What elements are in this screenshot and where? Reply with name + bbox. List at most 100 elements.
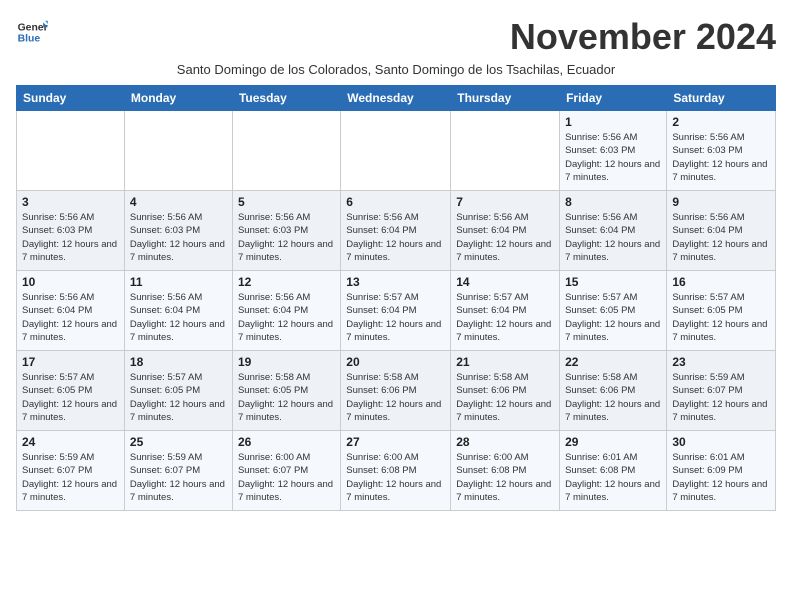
- calendar-cell: 20 Sunrise: 5:58 AM Sunset: 6:06 PM Dayli…: [341, 351, 451, 431]
- day-info: Sunrise: 6:01 AM Sunset: 6:09 PM Dayligh…: [672, 451, 770, 504]
- logo-icon: General Blue: [16, 16, 48, 48]
- day-number: 22: [565, 355, 661, 369]
- calendar-cell: 4 Sunrise: 5:56 AM Sunset: 6:03 PM Daylig…: [124, 191, 232, 271]
- calendar-cell: 19 Sunrise: 5:58 AM Sunset: 6:05 PM Dayli…: [232, 351, 340, 431]
- calendar-cell: 13Sunrise: 5:57 AM Sunset: 6:04 PM Dayli…: [341, 271, 451, 351]
- calendar-cell: 12 Sunrise: 5:56 AM Sunset: 6:04 PM Dayli…: [232, 271, 340, 351]
- day-number: 30: [672, 435, 770, 449]
- week-row-4: 17 Sunrise: 5:57 AM Sunset: 6:05 PM Dayli…: [17, 351, 776, 431]
- header: General Blue November 2024: [16, 16, 776, 58]
- day-number: 2: [672, 115, 770, 129]
- week-row-5: 24 Sunrise: 5:59 AM Sunset: 6:07 PM Dayli…: [17, 431, 776, 511]
- day-number: 3: [22, 195, 119, 209]
- day-number: 23: [672, 355, 770, 369]
- calendar-cell: 11 Sunrise: 5:56 AM Sunset: 6:04 PM Dayli…: [124, 271, 232, 351]
- calendar-table: SundayMondayTuesdayWednesdayThursdayFrid…: [16, 85, 776, 511]
- day-number: 11: [130, 275, 227, 289]
- day-info: Sunrise: 5:57 AM Sunset: 6:05 PM Dayligh…: [672, 291, 770, 344]
- day-number: 7: [456, 195, 554, 209]
- day-number: 24: [22, 435, 119, 449]
- day-number: 29: [565, 435, 661, 449]
- calendar-cell: [17, 111, 125, 191]
- day-of-week-monday: Monday: [124, 86, 232, 111]
- header-row: SundayMondayTuesdayWednesdayThursdayFrid…: [17, 86, 776, 111]
- logo: General Blue: [16, 16, 48, 48]
- calendar-cell: 25 Sunrise: 5:59 AM Sunset: 6:07 PM Dayli…: [124, 431, 232, 511]
- day-number: 26: [238, 435, 335, 449]
- day-number: 6: [346, 195, 445, 209]
- day-info: Sunrise: 5:56 AM Sunset: 6:04 PM Dayligh…: [456, 211, 554, 264]
- day-number: 4: [130, 195, 227, 209]
- day-number: 21: [456, 355, 554, 369]
- calendar-cell: 7 Sunrise: 5:56 AM Sunset: 6:04 PM Daylig…: [451, 191, 560, 271]
- calendar-header: SundayMondayTuesdayWednesdayThursdayFrid…: [17, 86, 776, 111]
- day-number: 18: [130, 355, 227, 369]
- day-info: Sunrise: 6:00 AM Sunset: 6:08 PM Dayligh…: [346, 451, 445, 504]
- day-info: Sunrise: 5:57 AM Sunset: 6:05 PM Dayligh…: [565, 291, 661, 344]
- calendar-cell: 14 Sunrise: 5:57 AM Sunset: 6:04 PM Dayli…: [451, 271, 560, 351]
- day-info: Sunrise: 5:56 AM Sunset: 6:03 PM Dayligh…: [238, 211, 335, 264]
- calendar-cell: 27 Sunrise: 6:00 AM Sunset: 6:08 PM Dayli…: [341, 431, 451, 511]
- day-info: Sunrise: 6:01 AM Sunset: 6:08 PM Dayligh…: [565, 451, 661, 504]
- day-info: Sunrise: 6:00 AM Sunset: 6:07 PM Dayligh…: [238, 451, 335, 504]
- calendar-cell: 26 Sunrise: 6:00 AM Sunset: 6:07 PM Dayli…: [232, 431, 340, 511]
- calendar-cell: 9 Sunrise: 5:56 AM Sunset: 6:04 PM Daylig…: [667, 191, 776, 271]
- calendar-cell: [232, 111, 340, 191]
- day-number: 14: [456, 275, 554, 289]
- week-row-1: 1 Sunrise: 5:56 AM Sunset: 6:03 PM Daylig…: [17, 111, 776, 191]
- day-of-week-wednesday: Wednesday: [341, 86, 451, 111]
- week-row-3: 10 Sunrise: 5:56 AM Sunset: 6:04 PM Dayli…: [17, 271, 776, 351]
- svg-text:Blue: Blue: [18, 34, 41, 45]
- calendar-cell: 3 Sunrise: 5:56 AM Sunset: 6:03 PM Daylig…: [17, 191, 125, 271]
- calendar-cell: 21Sunrise: 5:58 AM Sunset: 6:06 PM Dayli…: [451, 351, 560, 431]
- day-number: 16: [672, 275, 770, 289]
- day-info: Sunrise: 5:58 AM Sunset: 6:05 PM Dayligh…: [238, 371, 335, 424]
- day-info: Sunrise: 5:56 AM Sunset: 6:04 PM Dayligh…: [130, 291, 227, 344]
- day-number: 9: [672, 195, 770, 209]
- calendar-cell: 29 Sunrise: 6:01 AM Sunset: 6:08 PM Dayli…: [560, 431, 667, 511]
- day-info: Sunrise: 5:56 AM Sunset: 6:03 PM Dayligh…: [565, 131, 661, 184]
- day-info: Sunrise: 5:56 AM Sunset: 6:04 PM Dayligh…: [238, 291, 335, 344]
- day-of-week-thursday: Thursday: [451, 86, 560, 111]
- day-info: Sunrise: 5:56 AM Sunset: 6:04 PM Dayligh…: [346, 211, 445, 264]
- day-of-week-friday: Friday: [560, 86, 667, 111]
- day-info: Sunrise: 5:56 AM Sunset: 6:03 PM Dayligh…: [672, 131, 770, 184]
- calendar-cell: 22 Sunrise: 5:58 AM Sunset: 6:06 PM Dayli…: [560, 351, 667, 431]
- day-number: 8: [565, 195, 661, 209]
- day-info: Sunrise: 5:56 AM Sunset: 6:04 PM Dayligh…: [22, 291, 119, 344]
- calendar-cell: 15Sunrise: 5:57 AM Sunset: 6:05 PM Dayli…: [560, 271, 667, 351]
- day-info: Sunrise: 5:56 AM Sunset: 6:04 PM Dayligh…: [565, 211, 661, 264]
- day-info: Sunrise: 5:58 AM Sunset: 6:06 PM Dayligh…: [565, 371, 661, 424]
- day-info: Sunrise: 5:59 AM Sunset: 6:07 PM Dayligh…: [672, 371, 770, 424]
- calendar-cell: 16 Sunrise: 5:57 AM Sunset: 6:05 PM Dayli…: [667, 271, 776, 351]
- day-number: 19: [238, 355, 335, 369]
- week-row-2: 3 Sunrise: 5:56 AM Sunset: 6:03 PM Daylig…: [17, 191, 776, 271]
- calendar-cell: [124, 111, 232, 191]
- day-info: Sunrise: 5:57 AM Sunset: 6:05 PM Dayligh…: [130, 371, 227, 424]
- day-number: 5: [238, 195, 335, 209]
- calendar-cell: 28Sunrise: 6:00 AM Sunset: 6:08 PM Dayli…: [451, 431, 560, 511]
- day-number: 12: [238, 275, 335, 289]
- day-number: 17: [22, 355, 119, 369]
- calendar-cell: [341, 111, 451, 191]
- day-number: 25: [130, 435, 227, 449]
- calendar-cell: 23 Sunrise: 5:59 AM Sunset: 6:07 PM Dayli…: [667, 351, 776, 431]
- day-info: Sunrise: 5:58 AM Sunset: 6:06 PM Dayligh…: [346, 371, 445, 424]
- calendar-cell: 5 Sunrise: 5:56 AM Sunset: 6:03 PM Daylig…: [232, 191, 340, 271]
- day-info: Sunrise: 5:56 AM Sunset: 6:04 PM Dayligh…: [672, 211, 770, 264]
- day-number: 28: [456, 435, 554, 449]
- day-number: 20: [346, 355, 445, 369]
- calendar-cell: 6 Sunrise: 5:56 AM Sunset: 6:04 PM Daylig…: [341, 191, 451, 271]
- day-info: Sunrise: 5:57 AM Sunset: 6:04 PM Dayligh…: [346, 291, 445, 344]
- calendar-cell: 24Sunrise: 5:59 AM Sunset: 6:07 PM Dayli…: [17, 431, 125, 511]
- day-number: 27: [346, 435, 445, 449]
- day-of-week-tuesday: Tuesday: [232, 86, 340, 111]
- day-number: 1: [565, 115, 661, 129]
- day-info: Sunrise: 5:56 AM Sunset: 6:03 PM Dayligh…: [22, 211, 119, 264]
- day-info: Sunrise: 5:57 AM Sunset: 6:04 PM Dayligh…: [456, 291, 554, 344]
- day-of-week-saturday: Saturday: [667, 86, 776, 111]
- day-number: 10: [22, 275, 119, 289]
- day-info: Sunrise: 5:57 AM Sunset: 6:05 PM Dayligh…: [22, 371, 119, 424]
- day-info: Sunrise: 5:56 AM Sunset: 6:03 PM Dayligh…: [130, 211, 227, 264]
- day-info: Sunrise: 5:59 AM Sunset: 6:07 PM Dayligh…: [130, 451, 227, 504]
